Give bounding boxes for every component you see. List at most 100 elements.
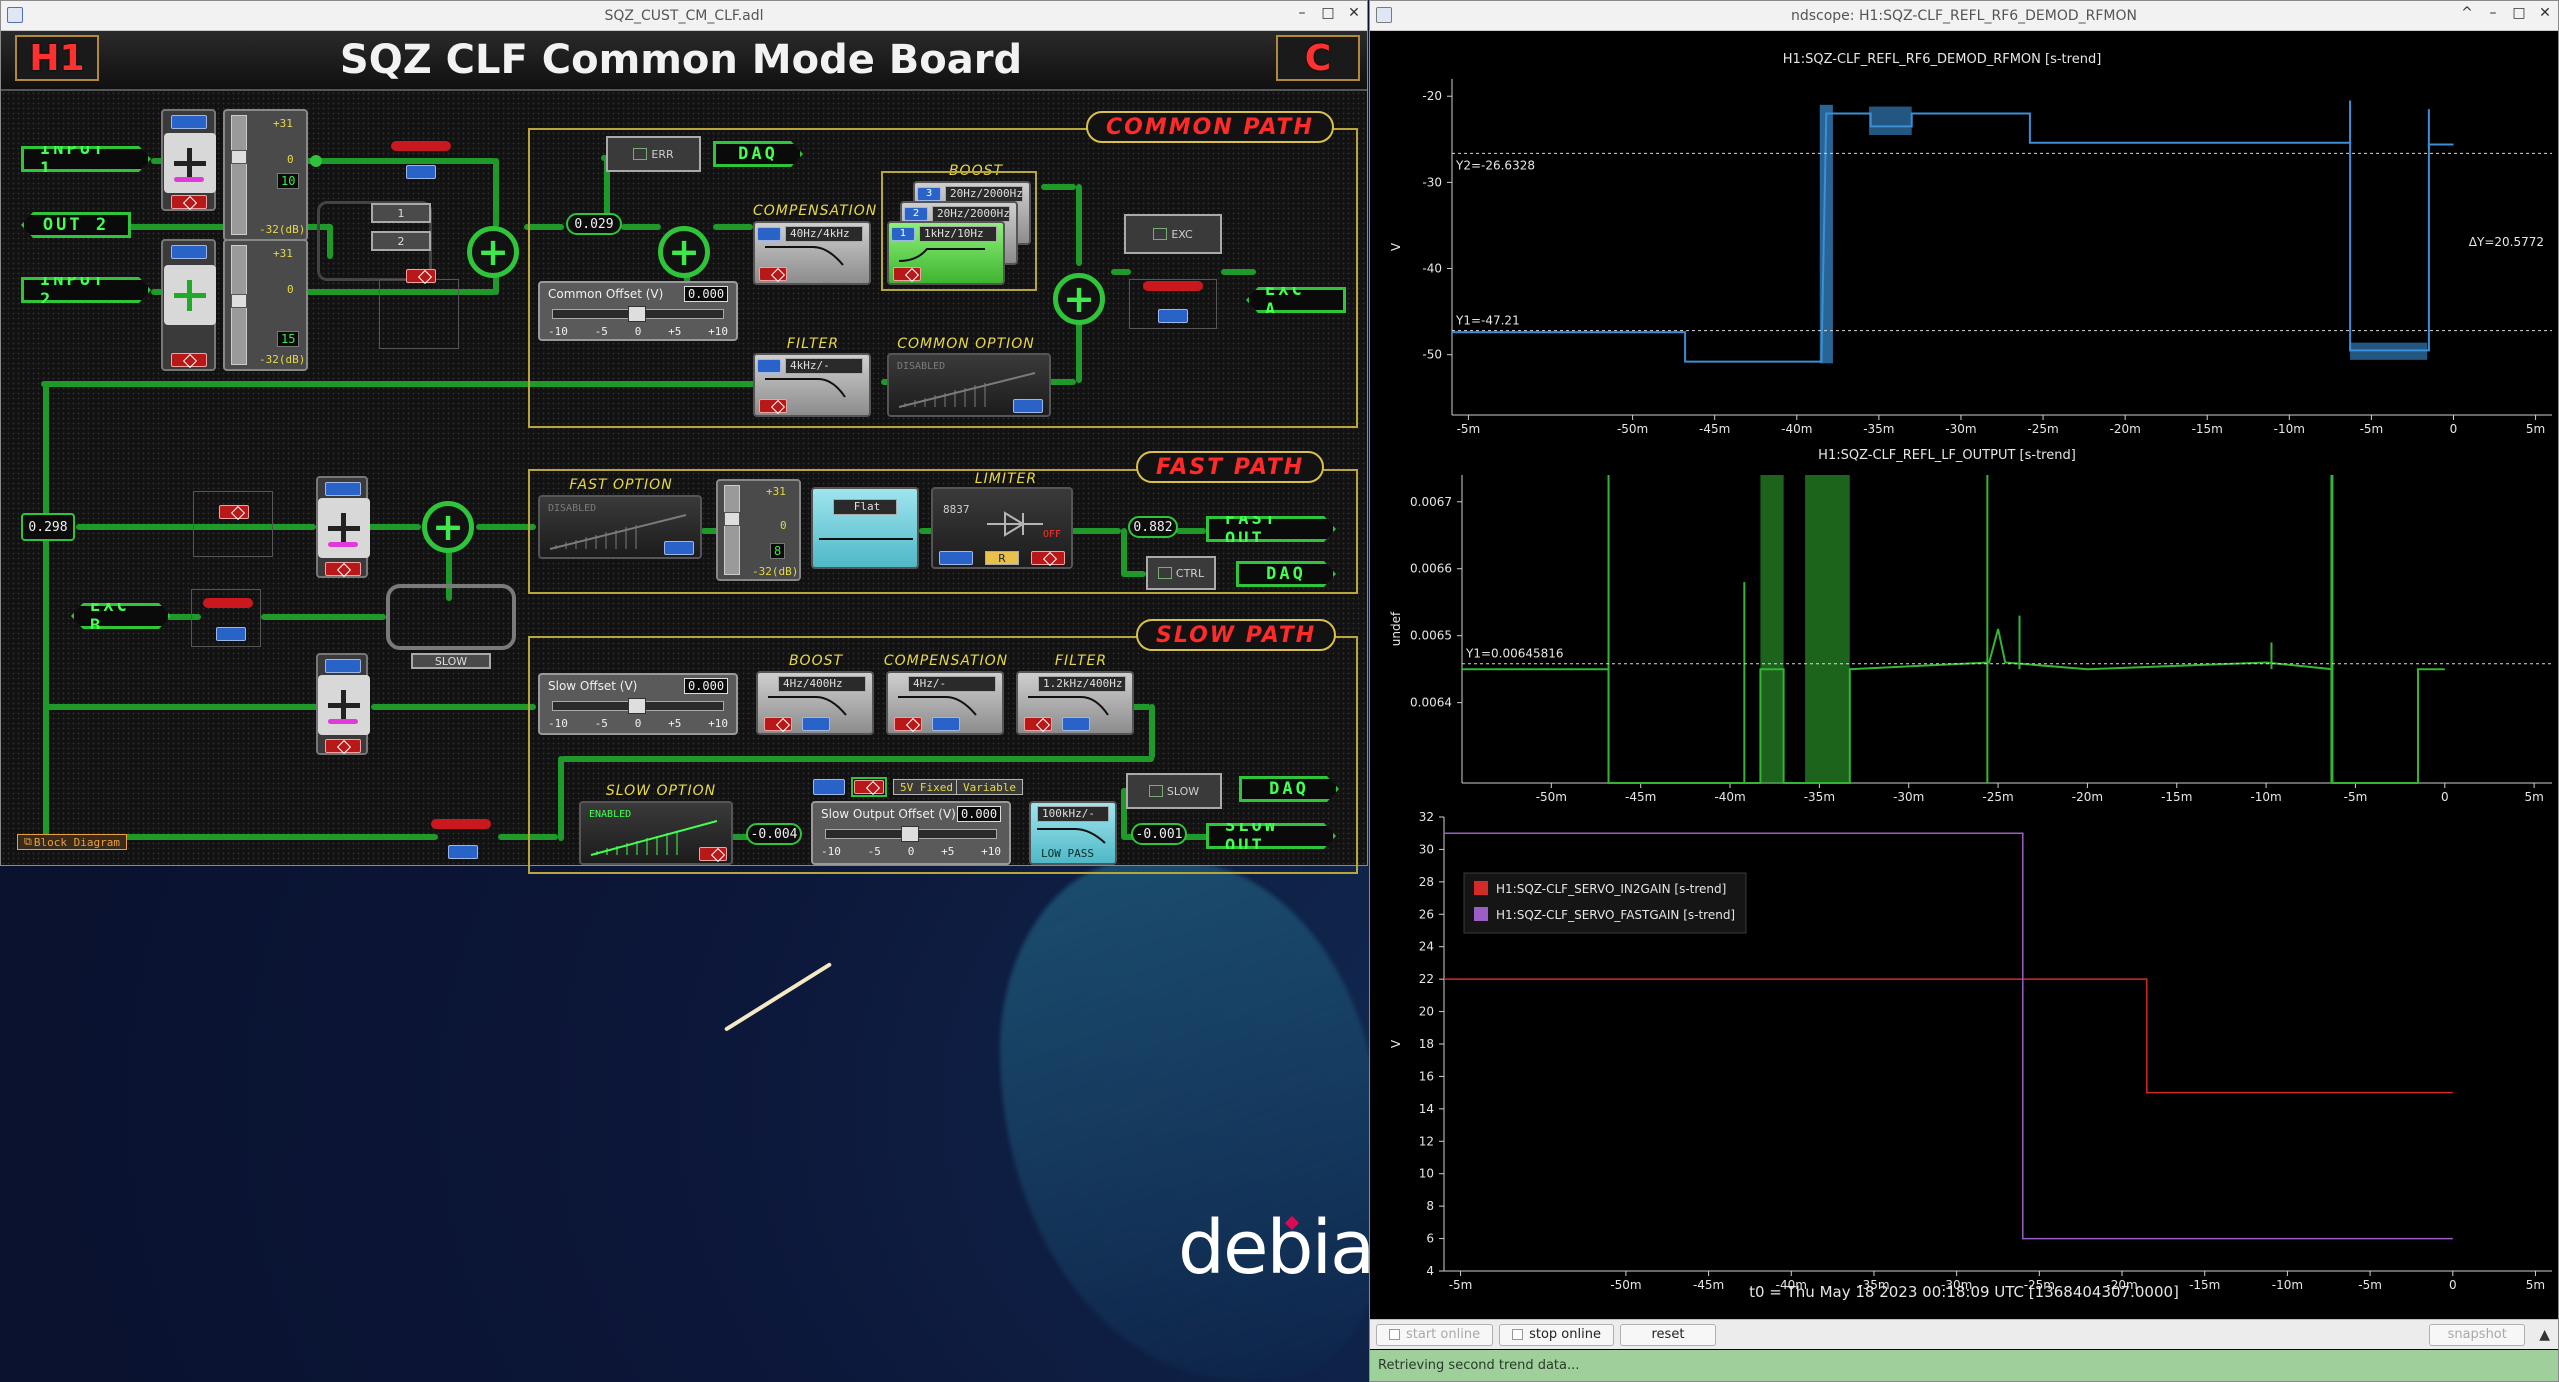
slow-variable-button[interactable]: Variable bbox=[956, 779, 1023, 795]
window-menu-icon[interactable] bbox=[7, 7, 23, 23]
start-online-button[interactable]: start online bbox=[1376, 1323, 1494, 1346]
input2-disable-button[interactable] bbox=[171, 353, 207, 367]
boost-stage-1-number[interactable]: 1 bbox=[891, 227, 915, 241]
common-filter[interactable]: 4kHz/- bbox=[753, 353, 871, 417]
common-option-button[interactable] bbox=[1013, 399, 1043, 413]
daq-slow-tag[interactable]: DAQ bbox=[1239, 776, 1339, 802]
exca-switch-button[interactable] bbox=[1158, 309, 1188, 323]
common-option-filter[interactable]: DISABLED bbox=[887, 353, 1051, 417]
slow-option-button[interactable] bbox=[699, 847, 727, 861]
input-select-1[interactable]: 1 bbox=[371, 203, 431, 223]
slow-option-filter[interactable]: ENABLED bbox=[579, 801, 733, 865]
input-select-2[interactable]: 2 bbox=[371, 231, 431, 251]
err-screen-button[interactable]: ERR bbox=[606, 136, 701, 172]
compensation-on-button[interactable] bbox=[757, 227, 781, 241]
slow-filter-off-button[interactable] bbox=[1024, 717, 1052, 731]
shade-button[interactable]: ^ bbox=[2460, 5, 2474, 21]
out2-disable-button[interactable] bbox=[406, 269, 436, 283]
limiter-reset-button[interactable]: R bbox=[985, 551, 1019, 565]
close-button[interactable]: ✕ bbox=[2538, 5, 2552, 21]
slow-offset-control[interactable]: Slow Offset (V) 0.000 -10 -5 0 +5 +10 bbox=[538, 673, 738, 735]
common-compensation-filter[interactable]: 40Hz/4kHz bbox=[753, 221, 871, 285]
slow-5v-fixed-button[interactable]: 5V Fixed bbox=[893, 779, 960, 795]
boost-stage-2-number[interactable]: 2 bbox=[904, 207, 928, 221]
slow-lowpass-filter[interactable]: 100kHz/- LOW PASS bbox=[1029, 801, 1117, 865]
slow-out-tag[interactable]: SLOW OUT bbox=[1206, 823, 1336, 849]
reset-button[interactable]: reset bbox=[1619, 1323, 1716, 1346]
slow-compensation-filter[interactable]: 4Hz/- bbox=[886, 671, 1004, 735]
window-menu-icon[interactable] bbox=[1376, 7, 1392, 23]
filter-off-button[interactable] bbox=[759, 399, 787, 413]
slow-boost-on-button[interactable] bbox=[802, 717, 830, 731]
fast-out-tag[interactable]: FAST OUT bbox=[1206, 516, 1336, 542]
filter-on-button[interactable] bbox=[757, 359, 781, 373]
out2-tag[interactable]: OUT 2 bbox=[21, 212, 131, 238]
input1-tag[interactable]: INPUT 1 bbox=[21, 146, 151, 172]
fast-input-disable-button[interactable] bbox=[219, 505, 249, 519]
block-diagram-link[interactable]: ⧉ Block Diagram bbox=[17, 834, 127, 850]
fast-option-button[interactable] bbox=[664, 541, 694, 555]
common-offset-control[interactable]: Common Offset (V) 0.000 -10 -5 0 +5 +10 bbox=[538, 281, 738, 341]
slow-polarity-button[interactable] bbox=[318, 675, 370, 735]
fast-enable-button[interactable] bbox=[325, 482, 361, 496]
slow-disable-button[interactable] bbox=[325, 739, 361, 753]
minimize-button[interactable]: – bbox=[1295, 5, 1309, 21]
config-badge[interactable]: C bbox=[1276, 35, 1360, 81]
ctrl-screen-button[interactable]: CTRL bbox=[1146, 556, 1216, 590]
fast-gain-slider[interactable]: +31 0 8 -32(dB) bbox=[716, 479, 801, 581]
slow-link-button[interactable]: SLOW bbox=[411, 653, 491, 669]
input2-gain-slider[interactable]: +31 0 15 -32(dB) bbox=[223, 239, 308, 371]
fast-polarity-button[interactable] bbox=[318, 498, 370, 558]
slow-fixed-on-button[interactable] bbox=[813, 779, 845, 795]
slow-filter-on-button[interactable] bbox=[1062, 717, 1090, 731]
flat-filter[interactable]: Flat bbox=[811, 487, 919, 569]
slow-screen-button[interactable]: SLOW bbox=[1126, 773, 1222, 809]
limiter-off-button[interactable] bbox=[1031, 551, 1065, 565]
close-button[interactable]: ✕ bbox=[1347, 5, 1361, 21]
ndscope-plots-svg[interactable]: H1:SQZ-CLF_REFL_RF6_DEMOD_RFMON [s-trend… bbox=[1370, 31, 2558, 1321]
input2-enable-button[interactable] bbox=[171, 245, 207, 259]
slow-output-offset-value[interactable]: 0.000 bbox=[957, 806, 1001, 822]
slow-fixed-off-button[interactable] bbox=[854, 780, 884, 794]
minimize-button[interactable]: – bbox=[2486, 5, 2500, 21]
boost-stage-3-number[interactable]: 3 bbox=[917, 187, 941, 201]
limiter-on-button[interactable] bbox=[939, 551, 973, 565]
ifo-badge[interactable]: H1 bbox=[15, 35, 99, 81]
fast-option-filter[interactable]: DISABLED bbox=[538, 495, 702, 559]
input1-switch-button[interactable] bbox=[406, 165, 436, 179]
slow-filter[interactable]: 1.2kHz/400Hz bbox=[1016, 671, 1134, 735]
boost-off-button[interactable] bbox=[893, 267, 921, 281]
excb-switch-button[interactable] bbox=[216, 627, 246, 641]
input2-polarity-button[interactable] bbox=[164, 265, 216, 325]
input1-gain-slider[interactable]: +31 0 10 -32(dB) bbox=[223, 109, 308, 241]
ndscope-titlebar[interactable]: ndscope: H1:SQZ-CLF_REFL_RF6_DEMOD_RFMON… bbox=[1370, 1, 2558, 31]
slow-boost-filter[interactable]: 4Hz/400Hz bbox=[756, 671, 874, 735]
daq-fast-tag[interactable]: DAQ bbox=[1236, 561, 1336, 587]
boost-stage-1[interactable]: 1 1kHz/10Hz bbox=[887, 221, 1005, 285]
excb-tag[interactable]: EXC B bbox=[71, 603, 171, 629]
exca-tag[interactable]: EXC A bbox=[1246, 287, 1346, 313]
slow-compensation-on-button[interactable] bbox=[932, 717, 960, 731]
slow-enable-button[interactable] bbox=[325, 659, 361, 673]
limiter-block[interactable]: 8837 OFF R bbox=[931, 487, 1073, 569]
snapshot-button[interactable]: snapshot bbox=[2429, 1323, 2526, 1346]
slow-output-offset-control[interactable]: Slow Output Offset (V) 0.000 -10 -5 0 +5… bbox=[811, 801, 1011, 865]
input1-polarity-button[interactable] bbox=[164, 133, 216, 193]
slow-input-switch-button[interactable] bbox=[448, 845, 478, 859]
exc-screen-button[interactable]: EXC bbox=[1124, 214, 1222, 254]
maximize-button[interactable]: □ bbox=[1321, 5, 1335, 21]
maximize-button[interactable]: □ bbox=[2512, 5, 2526, 21]
fast-disable-button[interactable] bbox=[325, 562, 361, 576]
slow-compensation-off-button[interactable] bbox=[894, 717, 922, 731]
stop-online-button[interactable]: stop online bbox=[1499, 1323, 1614, 1346]
compensation-off-button[interactable] bbox=[759, 267, 787, 281]
common-offset-value[interactable]: 0.000 bbox=[684, 286, 728, 302]
input1-enable-button[interactable] bbox=[171, 115, 207, 129]
medm-titlebar[interactable]: SQZ_CUST_CM_CLF.adl – □ ✕ bbox=[1, 1, 1367, 31]
slow-boost-off-button[interactable] bbox=[764, 717, 792, 731]
ndscope-plot-area[interactable]: H1:SQZ-CLF_REFL_RF6_DEMOD_RFMON [s-trend… bbox=[1370, 31, 2558, 1321]
daq-common-tag[interactable]: DAQ bbox=[713, 141, 803, 167]
input2-tag[interactable]: INPUT 2 bbox=[21, 277, 151, 303]
slow-offset-value[interactable]: 0.000 bbox=[684, 678, 728, 694]
expand-toolbar-icon[interactable]: ▲ bbox=[2531, 1327, 2558, 1343]
